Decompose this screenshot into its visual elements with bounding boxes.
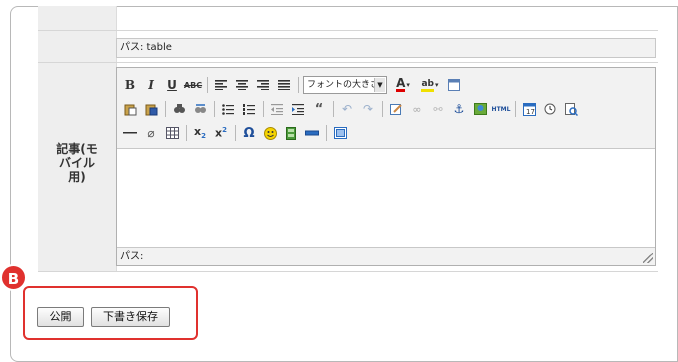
prev-editor-path-bar: パス: table	[116, 38, 656, 58]
redo-icon[interactable]: ↷	[359, 100, 377, 118]
toolbar-separator	[326, 125, 327, 141]
preview-icon[interactable]	[562, 100, 580, 118]
strikethrough-icon[interactable]: ABC	[184, 76, 202, 94]
font-size-select[interactable]: フォントの大きさ ▼	[303, 76, 387, 94]
number-list-icon[interactable]	[240, 100, 258, 118]
row-divider	[38, 62, 658, 63]
horizontal-rule-icon[interactable]	[121, 124, 139, 142]
paste-text-icon[interactable]	[121, 100, 139, 118]
align-justify-icon[interactable]	[275, 76, 293, 94]
italic-icon[interactable]: I	[142, 76, 160, 94]
toolbar-separator	[186, 125, 187, 141]
separator-line-icon[interactable]	[303, 124, 321, 142]
toolbar-separator	[515, 101, 516, 117]
font-size-select-value: フォントの大きさ	[307, 80, 380, 90]
toolbar-separator	[207, 77, 208, 93]
find-icon[interactable]	[170, 100, 188, 118]
blockquote-icon[interactable]: “	[310, 100, 328, 118]
rich-text-editor: B I U ABC フォントの大きさ ▼ A ▾ ab ▾ “↶ ↷ ∞ ⚯ ⚓ HTML 17 ⌀ x2 x2 Ω…	[116, 67, 656, 266]
insert-time-icon[interactable]	[541, 100, 559, 118]
indent-icon[interactable]	[289, 100, 307, 118]
superscript-icon[interactable]: x2	[212, 124, 230, 142]
remove-format-icon[interactable]: ⌀	[142, 124, 160, 142]
field-label-text: 記事(モ バイル 用)	[56, 142, 98, 184]
fullscreen-icon[interactable]	[445, 76, 463, 94]
special-char-icon[interactable]: Ω	[240, 124, 258, 142]
table-icon[interactable]	[163, 124, 181, 142]
toolbar-separator	[382, 101, 383, 117]
text-color-icon[interactable]: A ▾	[391, 76, 415, 94]
subscript-icon[interactable]: x2	[191, 124, 209, 142]
anchor-icon[interactable]: ⚓	[450, 100, 468, 118]
visual-aid-icon[interactable]	[331, 124, 349, 142]
edit-icon[interactable]	[387, 100, 405, 118]
image-icon[interactable]	[471, 100, 489, 118]
toolbar-separator	[235, 125, 236, 141]
publish-button[interactable]: 公開	[37, 307, 84, 327]
replace-icon[interactable]	[191, 100, 209, 118]
outdent-icon[interactable]	[268, 100, 286, 118]
editor-content-area[interactable]	[117, 149, 655, 248]
label-column	[38, 6, 117, 271]
toolbar-separator	[263, 101, 264, 117]
toolbar-separator	[165, 101, 166, 117]
svg-text:17: 17	[526, 108, 535, 116]
row-divider	[38, 30, 658, 31]
callout-badge: B	[0, 264, 27, 291]
toolbar-separator	[298, 77, 299, 93]
bullet-list-icon[interactable]	[219, 100, 237, 118]
toolbar-row-3: ⌀ x2 x2 Ω	[121, 122, 352, 144]
chevron-down-icon: ▼	[374, 78, 385, 92]
paste-word-icon[interactable]	[142, 100, 160, 118]
emoticon-icon[interactable]	[261, 124, 279, 142]
align-center-icon[interactable]	[233, 76, 251, 94]
align-right-icon[interactable]	[254, 76, 272, 94]
align-left-icon[interactable]	[212, 76, 230, 94]
toolbar-separator	[214, 101, 215, 117]
bg-color-icon[interactable]: ab ▾	[418, 76, 442, 94]
underline-icon[interactable]: U	[163, 76, 181, 94]
toolbar-row-1: B I U ABC フォントの大きさ ▼ A ▾ ab ▾	[121, 74, 466, 96]
resize-handle-icon[interactable]	[643, 253, 653, 263]
row-divider	[38, 271, 658, 272]
link-icon[interactable]: ∞	[408, 100, 426, 118]
html-icon[interactable]: HTML	[492, 100, 511, 118]
bold-icon[interactable]: B	[121, 76, 139, 94]
media-icon[interactable]	[282, 124, 300, 142]
unlink-icon[interactable]: ⚯	[429, 100, 447, 118]
mobile-article-label: 記事(モ バイル 用)	[38, 142, 116, 184]
undo-icon[interactable]: ↶	[338, 100, 356, 118]
insert-date-icon[interactable]: 17	[520, 100, 538, 118]
toolbar-separator	[333, 101, 334, 117]
editor-toolbar: B I U ABC フォントの大きさ ▼ A ▾ ab ▾ “↶ ↷ ∞ ⚯ ⚓ HTML 17 ⌀ x2 x2 Ω	[117, 68, 655, 149]
path-text: パス:	[120, 251, 144, 262]
toolbar-row-2: “ ↶ ↷ ∞ ⚯ ⚓ HTML 17	[121, 98, 583, 120]
editor-path-bar: パス:	[117, 247, 655, 265]
save-draft-button[interactable]: 下書き保存	[91, 307, 170, 327]
